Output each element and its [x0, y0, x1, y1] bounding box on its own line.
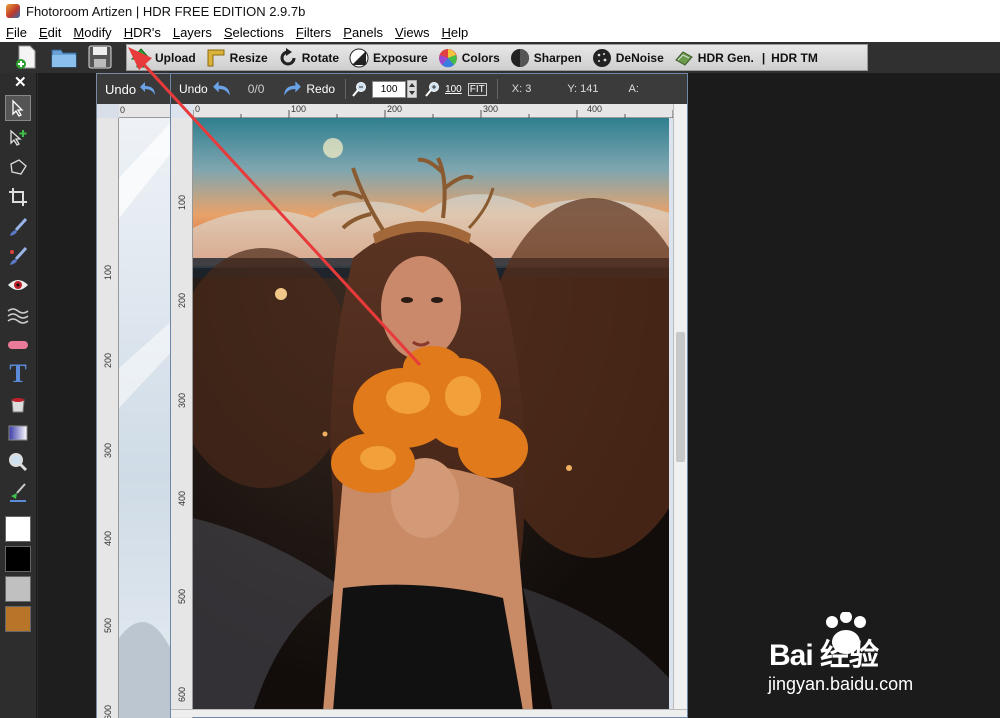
watermark-brand: Bai 经验 [769, 639, 879, 672]
annotation-arrow [128, 47, 422, 367]
app-window: Fhotoroom Artizen | HDR FREE EDITION 2.9… [0, 0, 1000, 718]
baidu-watermark: Bai 经验 jingyan.baidu.com [766, 612, 986, 702]
watermark-url: jingyan.baidu.com [768, 674, 914, 694]
